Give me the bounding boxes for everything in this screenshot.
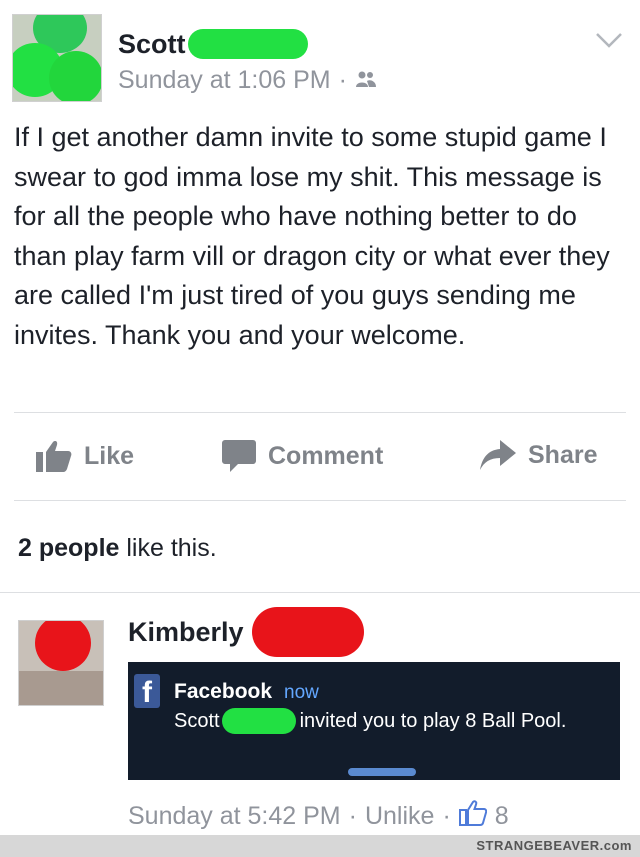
site-watermark: STRANGEBEAVER.com [476,838,632,853]
thumbs-up-icon [36,440,72,472]
post-action-bar: Like Comment Share [0,434,640,484]
name-redaction [251,607,364,657]
notification-body: Scott invited you to play 8 Ball Pool. [174,708,566,734]
divider [14,412,626,413]
redaction-mark [49,51,101,101]
divider [0,592,640,593]
post-author-avatar[interactable] [12,14,102,102]
unlike-link[interactable]: Unlike [365,802,434,831]
notification-app-name: Facebook [174,680,273,703]
comment-label: Comment [268,441,384,470]
share-label: Share [528,440,598,469]
meta-separator: · [338,66,347,94]
notification-app-row: Facebook now [174,680,319,704]
like-button[interactable]: Like [36,440,134,472]
name-redaction [187,29,308,59]
comment-author-avatar[interactable] [18,620,104,706]
post-author-row: Scott [118,26,308,62]
comment-author-name[interactable]: Kimberly [128,617,244,648]
share-button[interactable]: Share [480,440,597,470]
post-body-text: If I get another damn invite to some stu… [14,122,610,350]
notification-time: now [284,682,319,703]
avatar-photo-area [19,671,103,705]
comment-bubble-icon [222,440,256,472]
redaction-mark [35,621,91,671]
comment-button[interactable]: Comment [222,440,383,472]
sender-redaction [221,708,296,734]
comment-like-count[interactable]: 8 [495,802,509,831]
share-arrow-icon [480,440,516,470]
comment-timestamp[interactable]: Sunday at 5:42 PM [128,802,341,831]
like-label: Like [84,441,135,470]
notification-drag-handle [348,768,416,776]
post-timestamp[interactable]: Sunday at 1:06 PM [118,66,331,95]
friends-icon [355,66,377,95]
post-meta: Sunday at 1:06 PM · [118,66,377,95]
likes-suffix: like this. [126,534,217,562]
chevron-down-icon[interactable] [594,30,624,50]
post-author-name[interactable]: Scott [118,29,186,60]
likes-count: 2 people [18,534,120,562]
comment-author-row: Kimberly [128,607,364,657]
thumbs-up-outline-icon [458,800,487,833]
likes-summary[interactable]: 2 people like this. [18,534,217,563]
notification-message: invited you to play 8 Ball Pool. [299,709,567,732]
divider [14,500,626,501]
meta-separator: · [348,802,357,830]
facebook-logo-icon: f [134,674,160,709]
comment-meta: Sunday at 5:42 PM · Unlike · 8 [128,800,509,833]
meta-separator: · [442,802,451,830]
notification-screenshot[interactable]: f Facebook now Scott invited you to play … [128,662,620,780]
notification-sender: Scott [174,709,220,732]
